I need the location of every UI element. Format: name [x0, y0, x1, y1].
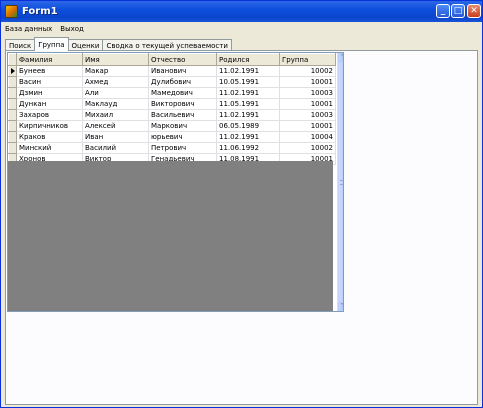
- cell-born[interactable]: 11.05.1991: [216, 98, 280, 110]
- table-row[interactable]: Бунеев Макар Иванович 11.02.1991 10002: [8, 65, 336, 77]
- table-row[interactable]: Васин Ахмед Дулибович 10.05.1991 10001: [8, 76, 336, 88]
- cell-name[interactable]: Иван: [82, 131, 149, 143]
- cell-born[interactable]: 11.02.1991: [216, 109, 280, 121]
- current-row-arrow-icon: [10, 68, 15, 74]
- tab-strip: Поиск Группа Оценки Сводка о текущей усп…: [5, 37, 232, 51]
- column-header-group[interactable]: Группа: [279, 53, 336, 66]
- tab-group[interactable]: Группа: [34, 37, 69, 51]
- scroll-up-button[interactable]: ˄: [338, 53, 343, 62]
- cell-patronymic[interactable]: Васильевич: [148, 109, 217, 121]
- cell-name[interactable]: Василий: [82, 142, 149, 154]
- cell-group[interactable]: 10001: [279, 76, 336, 88]
- cell-born[interactable]: 10.05.1991: [216, 76, 280, 88]
- cell-group[interactable]: 10004: [279, 131, 336, 143]
- table-row[interactable]: Дункан Маклауд Викторович 11.05.1991 100…: [8, 98, 336, 110]
- column-header-born[interactable]: Родился: [216, 53, 280, 66]
- title-bar[interactable]: Form1 _ □ ✕: [1, 1, 482, 22]
- row-indicator[interactable]: [8, 76, 17, 88]
- cell-group[interactable]: 10001: [279, 98, 336, 110]
- cell-patronymic[interactable]: Мамедович: [148, 87, 217, 99]
- cell-group[interactable]: 10002: [279, 142, 336, 154]
- cell-surname[interactable]: Захаров: [16, 109, 83, 121]
- cell-born[interactable]: 11.06.1992: [216, 142, 280, 154]
- menu-exit[interactable]: Выход: [56, 25, 88, 33]
- cell-surname[interactable]: Минский: [16, 142, 83, 154]
- grid-empty-area: [8, 161, 333, 311]
- cell-name[interactable]: Али: [82, 87, 149, 99]
- cell-born[interactable]: 11.02.1991: [216, 131, 280, 143]
- column-header-surname[interactable]: Фамилия: [16, 53, 83, 66]
- minimize-button[interactable]: _: [436, 4, 450, 18]
- row-indicator[interactable]: [8, 120, 17, 132]
- header-row: Фамилия Имя Отчество Родился Группа: [8, 53, 336, 66]
- header-indicator: [8, 53, 17, 66]
- cell-group[interactable]: 10003: [279, 87, 336, 99]
- cell-born[interactable]: 11.02.1991: [216, 65, 280, 77]
- scroll-down-button[interactable]: ˅: [338, 302, 343, 311]
- table-row[interactable]: Минский Василий Петрович 11.06.1992 1000…: [8, 142, 336, 154]
- cell-name[interactable]: Алексей: [82, 120, 149, 132]
- cell-surname[interactable]: Бунеев: [16, 65, 83, 77]
- app-window: Form1 _ □ ✕ База данных Выход Поиск Груп…: [0, 0, 483, 408]
- cell-patronymic[interactable]: Викторович: [148, 98, 217, 110]
- menu-bar: База данных Выход: [1, 22, 482, 35]
- cell-name[interactable]: Маклауд: [82, 98, 149, 110]
- grip-icon: [340, 179, 343, 185]
- cell-patronymic[interactable]: Маркович: [148, 120, 217, 132]
- table-row[interactable]: Краков Иван юрьевич 11.02.1991 10004: [8, 131, 336, 143]
- cell-surname[interactable]: Краков: [16, 131, 83, 143]
- cell-surname[interactable]: Дзмин: [16, 87, 83, 99]
- students-table: Фамилия Имя Отчество Родился Группа Буне…: [8, 53, 336, 165]
- cell-name[interactable]: Михаил: [82, 109, 149, 121]
- table-row[interactable]: Кирпичников Алексей Маркович 06.05.1989 …: [8, 120, 336, 132]
- scroll-thumb[interactable]: [338, 62, 343, 302]
- cell-patronymic[interactable]: юрьевич: [148, 131, 217, 143]
- row-indicator[interactable]: [8, 109, 17, 121]
- app-icon: [5, 5, 18, 18]
- cell-name[interactable]: Ахмед: [82, 76, 149, 88]
- cell-surname[interactable]: Дункан: [16, 98, 83, 110]
- cell-born[interactable]: 06.05.1989: [216, 120, 280, 132]
- column-header-patronymic[interactable]: Отчество: [148, 53, 217, 66]
- table-row[interactable]: Захаров Михаил Васильевич 11.02.1991 100…: [8, 109, 336, 121]
- cell-born[interactable]: 11.02.1991: [216, 87, 280, 99]
- cell-surname[interactable]: Васин: [16, 76, 83, 88]
- row-indicator[interactable]: [8, 98, 17, 110]
- cell-patronymic[interactable]: Дулибович: [148, 76, 217, 88]
- cell-surname[interactable]: Кирпичников: [16, 120, 83, 132]
- row-indicator[interactable]: [8, 142, 17, 154]
- vertical-scrollbar[interactable]: ˄ ˅: [337, 53, 343, 311]
- close-button[interactable]: ✕: [467, 4, 481, 18]
- column-header-name[interactable]: Имя: [82, 53, 149, 66]
- cell-group[interactable]: 10001: [279, 120, 336, 132]
- cell-group[interactable]: 10002: [279, 65, 336, 77]
- menu-database[interactable]: База данных: [1, 25, 56, 33]
- row-indicator[interactable]: [8, 87, 17, 99]
- table-row[interactable]: Дзмин Али Мамедович 11.02.1991 10003: [8, 87, 336, 99]
- cell-group[interactable]: 10003: [279, 109, 336, 121]
- row-indicator[interactable]: [8, 65, 17, 77]
- row-indicator[interactable]: [8, 131, 17, 143]
- cell-patronymic[interactable]: Петрович: [148, 142, 217, 154]
- cell-name[interactable]: Макар: [82, 65, 149, 77]
- students-grid[interactable]: Фамилия Имя Отчество Родился Группа Буне…: [7, 52, 344, 312]
- window-title: Form1: [22, 6, 58, 17]
- cell-patronymic[interactable]: Иванович: [148, 65, 217, 77]
- maximize-button[interactable]: □: [451, 4, 465, 18]
